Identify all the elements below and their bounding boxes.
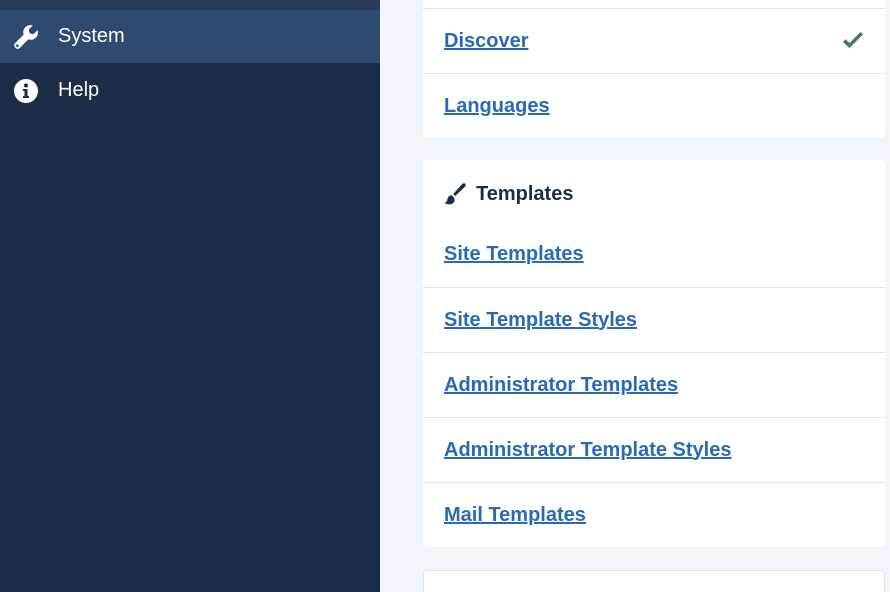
list-item: Administrator Templates [423,352,885,417]
sidebar-item-help[interactable]: Help [0,64,380,117]
sidebar-item-partial[interactable] [0,0,380,10]
sidebar: System Help [0,0,380,592]
sidebar-item-system[interactable]: System [0,10,380,63]
list-item: Languages [423,73,885,138]
templates-card: Templates Site Templates Site Template S… [423,160,885,547]
list-item: Administrator Template Styles [423,417,885,482]
site-templates-link[interactable]: Site Templates [444,243,584,266]
discover-link[interactable]: Discover [444,30,529,53]
wrench-icon [13,24,39,50]
administrator-template-styles-link[interactable]: Administrator Template Styles [444,439,731,462]
card-title: Templates [476,182,574,205]
next-card [423,570,885,592]
list-item: Site Templates [423,222,885,287]
languages-link[interactable]: Languages [444,95,550,118]
sidebar-item-label: System [58,25,125,47]
install-card: Discover Languages [423,0,885,138]
list-item: Mail Templates [423,482,885,547]
site-template-styles-link[interactable]: Site Template Styles [444,309,637,332]
administrator-templates-link[interactable]: Administrator Templates [444,374,678,397]
check-icon [843,32,863,48]
list-item: Discover [423,8,885,73]
mail-templates-link[interactable]: Mail Templates [444,504,586,527]
card-header: Templates [444,181,573,207]
info-icon [13,78,39,104]
list-item: Site Template Styles [423,287,885,352]
paint-brush-icon [444,183,466,205]
sidebar-item-label: Help [58,79,100,101]
